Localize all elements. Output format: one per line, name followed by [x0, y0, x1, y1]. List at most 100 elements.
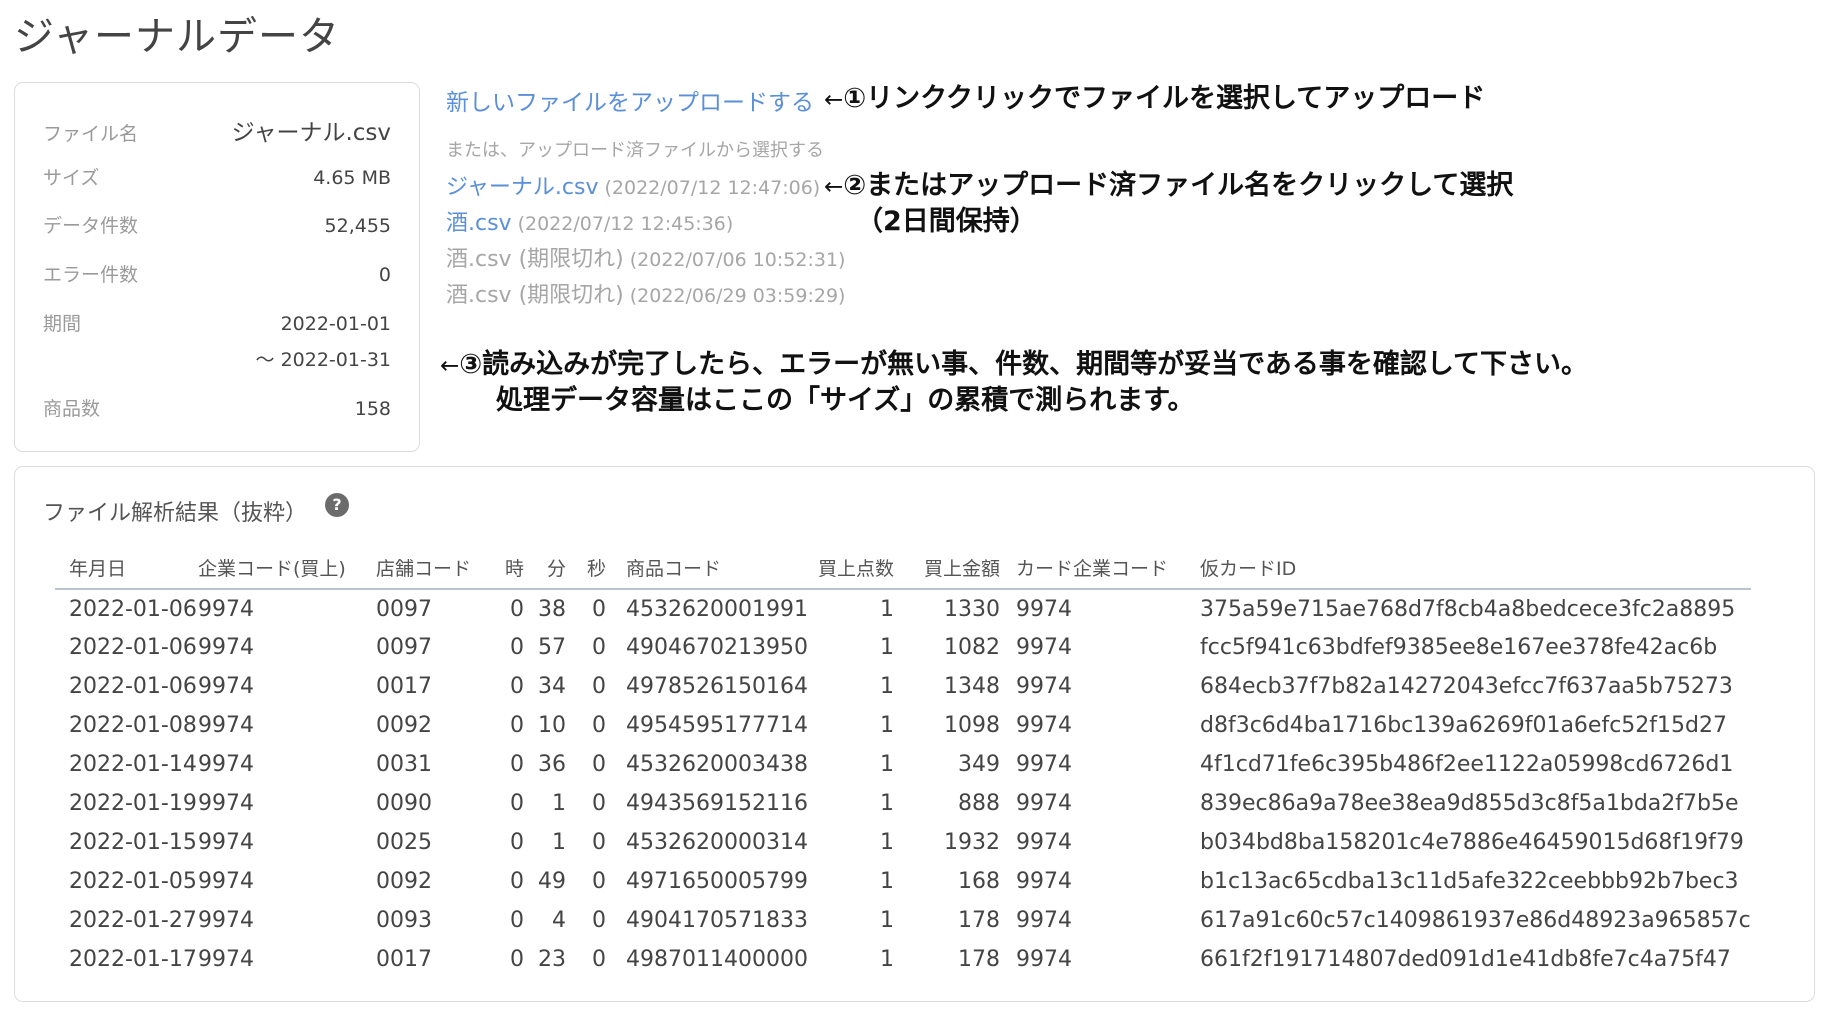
- item-code-cell: 4971650005799: [626, 869, 808, 894]
- file-name-value: ジャーナル.csv: [231, 120, 391, 146]
- card-id-cell: d8f3c6d4ba1716bc139a6269f01a6efc52f15d27: [1200, 713, 1728, 738]
- table-row: 2022-01-15 9974 0025 0 1 0 4532620000314 1 1932 9…: [55, 823, 1751, 862]
- corp-code-cell: 9974: [198, 947, 254, 972]
- amount-cell: 1348: [944, 674, 1000, 699]
- item-code-cell: 4954595177714: [626, 713, 808, 738]
- table-row: 2022-01-14 9974 0031 0 36 0 4532620003438 1 349 9…: [55, 745, 1751, 784]
- card-corp-code-cell: 9974: [1016, 635, 1072, 660]
- card-id-cell: fcc5f941c63bdfef9385ee8e167ee378fe42ac6b: [1200, 635, 1718, 660]
- column-header: 商品コード: [626, 547, 814, 590]
- table-row: 2022-01-27 9974 0093 0 4 0 4904170571833 1 178 99…: [55, 901, 1751, 940]
- table-row: 2022-01-17 9974 0017 0 23 0 4987011400000 1 178 9…: [55, 940, 1751, 979]
- quantity-cell: 1: [880, 674, 894, 699]
- table-row: 2022-01-08 9974 0092 0 10 0 4954595177714 1 1098…: [55, 706, 1751, 745]
- table-row: 2022-01-06 9974 0017 0 34 0 4978526150164 1 1348…: [55, 667, 1751, 706]
- hour-cell: 0: [510, 908, 524, 933]
- second-cell: 0: [592, 947, 606, 972]
- store-code-cell: 0090: [376, 791, 432, 816]
- column-spacer: [606, 784, 626, 823]
- date-cell: 2022-01-06: [69, 635, 197, 660]
- arrow-left-icon: ←: [824, 174, 844, 200]
- card-id-cell: b034bd8ba158201c4e7886e46459015d68f19f79: [1200, 830, 1744, 855]
- uploaded-file-item[interactable]: ジャーナル.csv (2022/07/12 12:47:06): [446, 169, 820, 201]
- quantity-cell: 1: [880, 596, 894, 622]
- new-upload-link[interactable]: 新しいファイルをアップロードする: [446, 83, 814, 117]
- card-corp-code-cell: 9974: [1016, 830, 1072, 855]
- hour-cell: 0: [510, 752, 524, 777]
- uploaded-file-name[interactable]: ジャーナル.csv: [446, 175, 598, 200]
- quantity-cell: 1: [880, 713, 894, 738]
- error-count-row: エラー件数 0: [43, 260, 391, 287]
- expired-file-date: (2022/06/29 03:59:29): [629, 285, 846, 307]
- item-code-cell: 4532620001991: [626, 596, 808, 622]
- second-cell: 0: [592, 908, 606, 933]
- analysis-table: 年月日 企業コード(買上) 店舗コード 時 分 秒 商品コード 買上点数 買上金…: [55, 547, 1751, 979]
- uploaded-file-name[interactable]: 酒.csv: [446, 211, 512, 236]
- size-label: サイズ: [43, 167, 100, 189]
- corp-code-cell: 9974: [198, 674, 254, 699]
- product-count-label: 商品数: [43, 398, 101, 420]
- quantity-cell: 1: [880, 752, 894, 777]
- corp-code-cell: 9974: [198, 908, 254, 933]
- column-spacer: [606, 862, 626, 901]
- page-title: ジャーナルデータ: [14, 14, 340, 60]
- analysis-title: ファイル解析結果（抜粋）: [43, 501, 308, 526]
- store-code-cell: 0017: [376, 674, 432, 699]
- item-code-cell: 4532620000314: [626, 830, 808, 855]
- minute-cell: 4: [552, 908, 566, 933]
- question-icon[interactable]: ?: [325, 493, 349, 517]
- minute-cell: 10: [538, 713, 566, 738]
- date-cell: 2022-01-06: [69, 674, 197, 699]
- column-spacer: [606, 589, 626, 628]
- second-cell: 0: [592, 752, 606, 777]
- column-spacer: [1000, 901, 1016, 940]
- hour-cell: 0: [510, 791, 524, 816]
- arrow-left-icon: ←: [440, 353, 460, 379]
- second-cell: 0: [592, 596, 606, 622]
- column-spacer: [1000, 628, 1016, 667]
- amount-cell: 168: [958, 869, 1000, 894]
- quantity-cell: 1: [880, 830, 894, 855]
- amount-cell: 178: [958, 947, 1000, 972]
- card-id-cell: 617a91c60c57c1409861937e86d48923a965857c: [1200, 908, 1751, 933]
- column-spacer: [1000, 547, 1016, 590]
- amount-cell: 178: [958, 908, 1000, 933]
- file-info-card: ファイル名 ジャーナル.csv サイズ 4.65 MB データ件数 52,455…: [14, 82, 420, 452]
- column-spacer: [606, 901, 626, 940]
- item-code-cell: 4943569152116: [626, 791, 808, 816]
- expired-file-name: 酒.csv (期限切れ): [446, 247, 624, 272]
- column-spacer: [1000, 589, 1016, 628]
- corp-code-cell: 9974: [198, 596, 254, 622]
- record-count-row: データ件数 52,455: [43, 211, 391, 238]
- period-label: 期間: [43, 313, 82, 335]
- uploaded-file-item[interactable]: 酒.csv (2022/07/12 12:45:36): [446, 205, 733, 237]
- card-id-cell: 684ecb37f7b82a14272043efcc7f637aa5b75273: [1200, 674, 1733, 699]
- annotation-3: ←③読み込みが完了したら、エラーが無い事、件数、期間等が妥当である事を確認して下…: [440, 342, 1588, 381]
- store-code-cell: 0025: [376, 830, 432, 855]
- second-cell: 0: [592, 713, 606, 738]
- record-count-value: 52,455: [324, 215, 391, 237]
- second-cell: 0: [592, 830, 606, 855]
- date-cell: 2022-01-08: [69, 713, 197, 738]
- expired-file-name: 酒.csv (期限切れ): [446, 283, 624, 308]
- table-row: 2022-01-06 9974 0097 0 57 0 4904670213950 1 1082…: [55, 628, 1751, 667]
- annotation-2-note: （2日間保持）: [856, 206, 1037, 237]
- hour-cell: 0: [510, 713, 524, 738]
- column-spacer: [606, 823, 626, 862]
- amount-cell: 1932: [944, 830, 1000, 855]
- date-cell: 2022-01-06: [69, 596, 197, 622]
- column-spacer: [606, 940, 626, 979]
- amount-cell: 1082: [944, 635, 1000, 660]
- quantity-cell: 1: [880, 908, 894, 933]
- hour-cell: 0: [510, 830, 524, 855]
- corp-code-cell: 9974: [198, 752, 254, 777]
- card-corp-code-cell: 9974: [1016, 596, 1072, 622]
- amount-cell: 349: [958, 752, 1000, 777]
- card-corp-code-cell: 9974: [1016, 947, 1072, 972]
- quantity-cell: 1: [880, 791, 894, 816]
- annotation-3-note: 処理データ容量はここの「サイズ」の累積で測られます。: [496, 385, 1195, 416]
- table-row: 2022-01-05 9974 0092 0 49 0 4971650005799 1 168 9…: [55, 862, 1751, 901]
- column-header: 店舗コード: [376, 547, 494, 590]
- store-code-cell: 0097: [376, 635, 432, 660]
- card-corp-code-cell: 9974: [1016, 908, 1072, 933]
